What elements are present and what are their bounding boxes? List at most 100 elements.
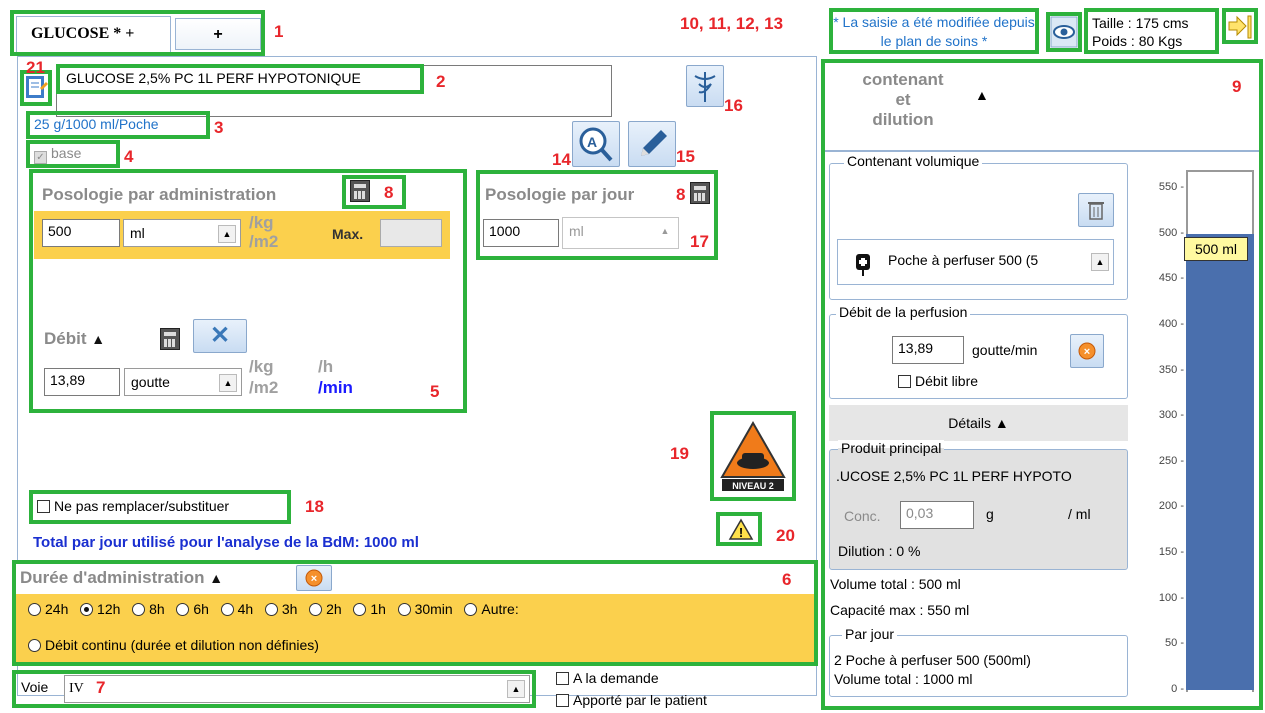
tab-glucose-label: GLUCOSE * + (31, 25, 135, 42)
base-checkbox[interactable]: ✓ (34, 151, 47, 164)
substitution-checkbox[interactable] (37, 500, 50, 513)
pencil-icon (641, 130, 667, 156)
capacite-max: Capacité max : 550 ml (830, 602, 970, 618)
conc-unit: g (986, 506, 994, 522)
calculator-icon[interactable] (160, 328, 180, 350)
chevron-down-icon: ▲ (1091, 253, 1109, 271)
marker-8a: 8 (384, 183, 394, 202)
debit-title: Débit ▲ (44, 329, 106, 348)
debit-per-min[interactable]: /min (318, 378, 353, 398)
duree-options: 24h 12h 8h 6h 4h 3h 2h 1h 30min Autre: (28, 601, 519, 617)
posologie-jour-value[interactable]: 1000 (483, 219, 559, 247)
duree-clear-button[interactable]: × (296, 565, 332, 591)
base-box: ✓ base (26, 140, 120, 168)
gauge-tick-label: 500 - (1158, 226, 1184, 239)
duree-option[interactable]: 3h (264, 601, 297, 617)
a-la-demande-checkbox (556, 672, 569, 685)
right-section-title[interactable]: contenant et dilution (848, 70, 958, 130)
tab-new[interactable]: + (175, 18, 261, 50)
debit-perf-value[interactable]: 13,89 (892, 336, 964, 364)
niveau-badge: NIVEAU 2 (710, 411, 796, 501)
posologie-jour-unit[interactable]: ml ▲ (562, 217, 679, 249)
marker-21: 21 (26, 58, 45, 77)
duree-option[interactable]: 4h (220, 601, 253, 617)
debit-value[interactable]: 13,89 (44, 368, 120, 396)
gauge-tick-label: 0 - (1171, 683, 1184, 695)
radio-continu (28, 639, 41, 652)
duree-option[interactable]: 12h (80, 601, 120, 617)
duree-continu[interactable]: Débit continu (durée et dilution non déf… (28, 637, 319, 653)
substitution-label: Ne pas remplacer/substituer (54, 498, 230, 514)
debit-libre-checkbox (898, 375, 911, 388)
edit-button[interactable] (628, 121, 676, 167)
calculator-icon (350, 180, 370, 202)
duree-title: Durée d'administration ▲ (20, 568, 224, 587)
patient-info: Taille : 175 cms Poids : 80 Kgs (1084, 8, 1219, 54)
search-button[interactable]: A (572, 121, 620, 167)
iv-bag-icon (856, 254, 870, 276)
debit-per-h: /h (318, 357, 334, 376)
gauge-tick-label: 100 - (1158, 591, 1184, 604)
debit-libre[interactable]: Débit libre (898, 373, 978, 389)
radio-4h (220, 603, 234, 616)
driving-warning-icon: NIVEAU 2 (720, 420, 786, 491)
apporte-patient[interactable]: Apporté par le patient (556, 692, 707, 708)
collapse-arrow-icon[interactable]: ▲ (975, 87, 989, 103)
posologie-admin-title: Posologie par administration (42, 185, 277, 204)
duree-option[interactable]: 6h (176, 601, 209, 617)
a-la-demande[interactable]: A la demande (556, 670, 659, 686)
warning-box[interactable]: ! (716, 512, 762, 546)
duree-option[interactable]: 8h (132, 601, 165, 617)
eye-icon (1050, 16, 1078, 48)
exit-button[interactable] (1222, 8, 1258, 44)
calculator-icon[interactable] (690, 182, 710, 204)
marker-16: 16 (724, 96, 743, 115)
poso-per-kg: /kg (249, 213, 274, 232)
conc-value[interactable]: 0,03 (900, 501, 974, 529)
posologie-admin-unit[interactable]: ml ▲ (123, 219, 241, 247)
gauge-tick-label: 400 - (1158, 317, 1184, 330)
radio-24h (28, 603, 41, 616)
contenant-select[interactable]: Poche à perfuser 500 (5 ▲ (837, 239, 1114, 285)
debit-unit[interactable]: goutte ▲ (124, 368, 242, 396)
radio-3h (264, 603, 278, 616)
duree-option[interactable]: 1h (353, 601, 386, 617)
substitution-box: Ne pas remplacer/substituer (29, 490, 291, 524)
details-header[interactable]: Détails ▲ (829, 405, 1128, 441)
delete-button[interactable] (1078, 193, 1114, 227)
duree-option[interactable]: 24h (28, 601, 68, 617)
dosage-box: 25 g/1000 ml/Poche (26, 111, 210, 139)
product-name: GLUCOSE 2,5% PC 1L PERF HYPOTONIQUE (66, 70, 361, 86)
clear-debit-button[interactable]: ✕ (193, 319, 247, 353)
gauge-tick-label: 450 - (1158, 272, 1184, 285)
duree-option[interactable]: Autre: (464, 601, 519, 617)
total-jour-text: Total par jour utilisé pour l'analyse de… (33, 534, 419, 551)
posologie-jour-title: Posologie par jour (485, 185, 635, 204)
marker-20: 20 (776, 526, 795, 545)
gauge-tick-label: 200 - (1158, 500, 1184, 513)
debit-perf-clear[interactable]: × (1070, 334, 1104, 368)
marker-3: 3 (214, 118, 224, 137)
eye-button[interactable] (1046, 12, 1082, 52)
warning-icon: ! (728, 518, 754, 540)
tab-glucose[interactable]: GLUCOSE * + (16, 16, 171, 52)
svg-text:NIVEAU 2: NIVEAU 2 (732, 481, 774, 491)
duree-option[interactable]: 30min (397, 601, 453, 617)
produit-title: Produit principal (838, 440, 945, 456)
product-dosage: 25 g/1000 ml/Poche (34, 116, 159, 132)
poids-text: Poids : 80 Kgs (1092, 33, 1183, 49)
voie-select[interactable]: IV ▲ (64, 675, 530, 703)
conc-label: Conc. (844, 508, 881, 524)
marker-9: 9 (1232, 77, 1242, 96)
volume-total: Volume total : 500 ml (830, 576, 961, 592)
chevron-down-icon: ▲ (660, 226, 670, 236)
duree-option[interactable]: 2h (309, 601, 342, 617)
gauge-tick-label: 350 - (1158, 363, 1184, 376)
marker-7: 7 (96, 678, 106, 697)
radio-autre (464, 603, 478, 616)
caduceus-button[interactable] (686, 65, 724, 107)
max-value-field[interactable] (380, 219, 442, 247)
cancel-circle-icon: × (1078, 342, 1096, 360)
gauge-tick-label: 300 - (1158, 409, 1184, 422)
posologie-admin-value[interactable]: 500 (42, 219, 120, 247)
